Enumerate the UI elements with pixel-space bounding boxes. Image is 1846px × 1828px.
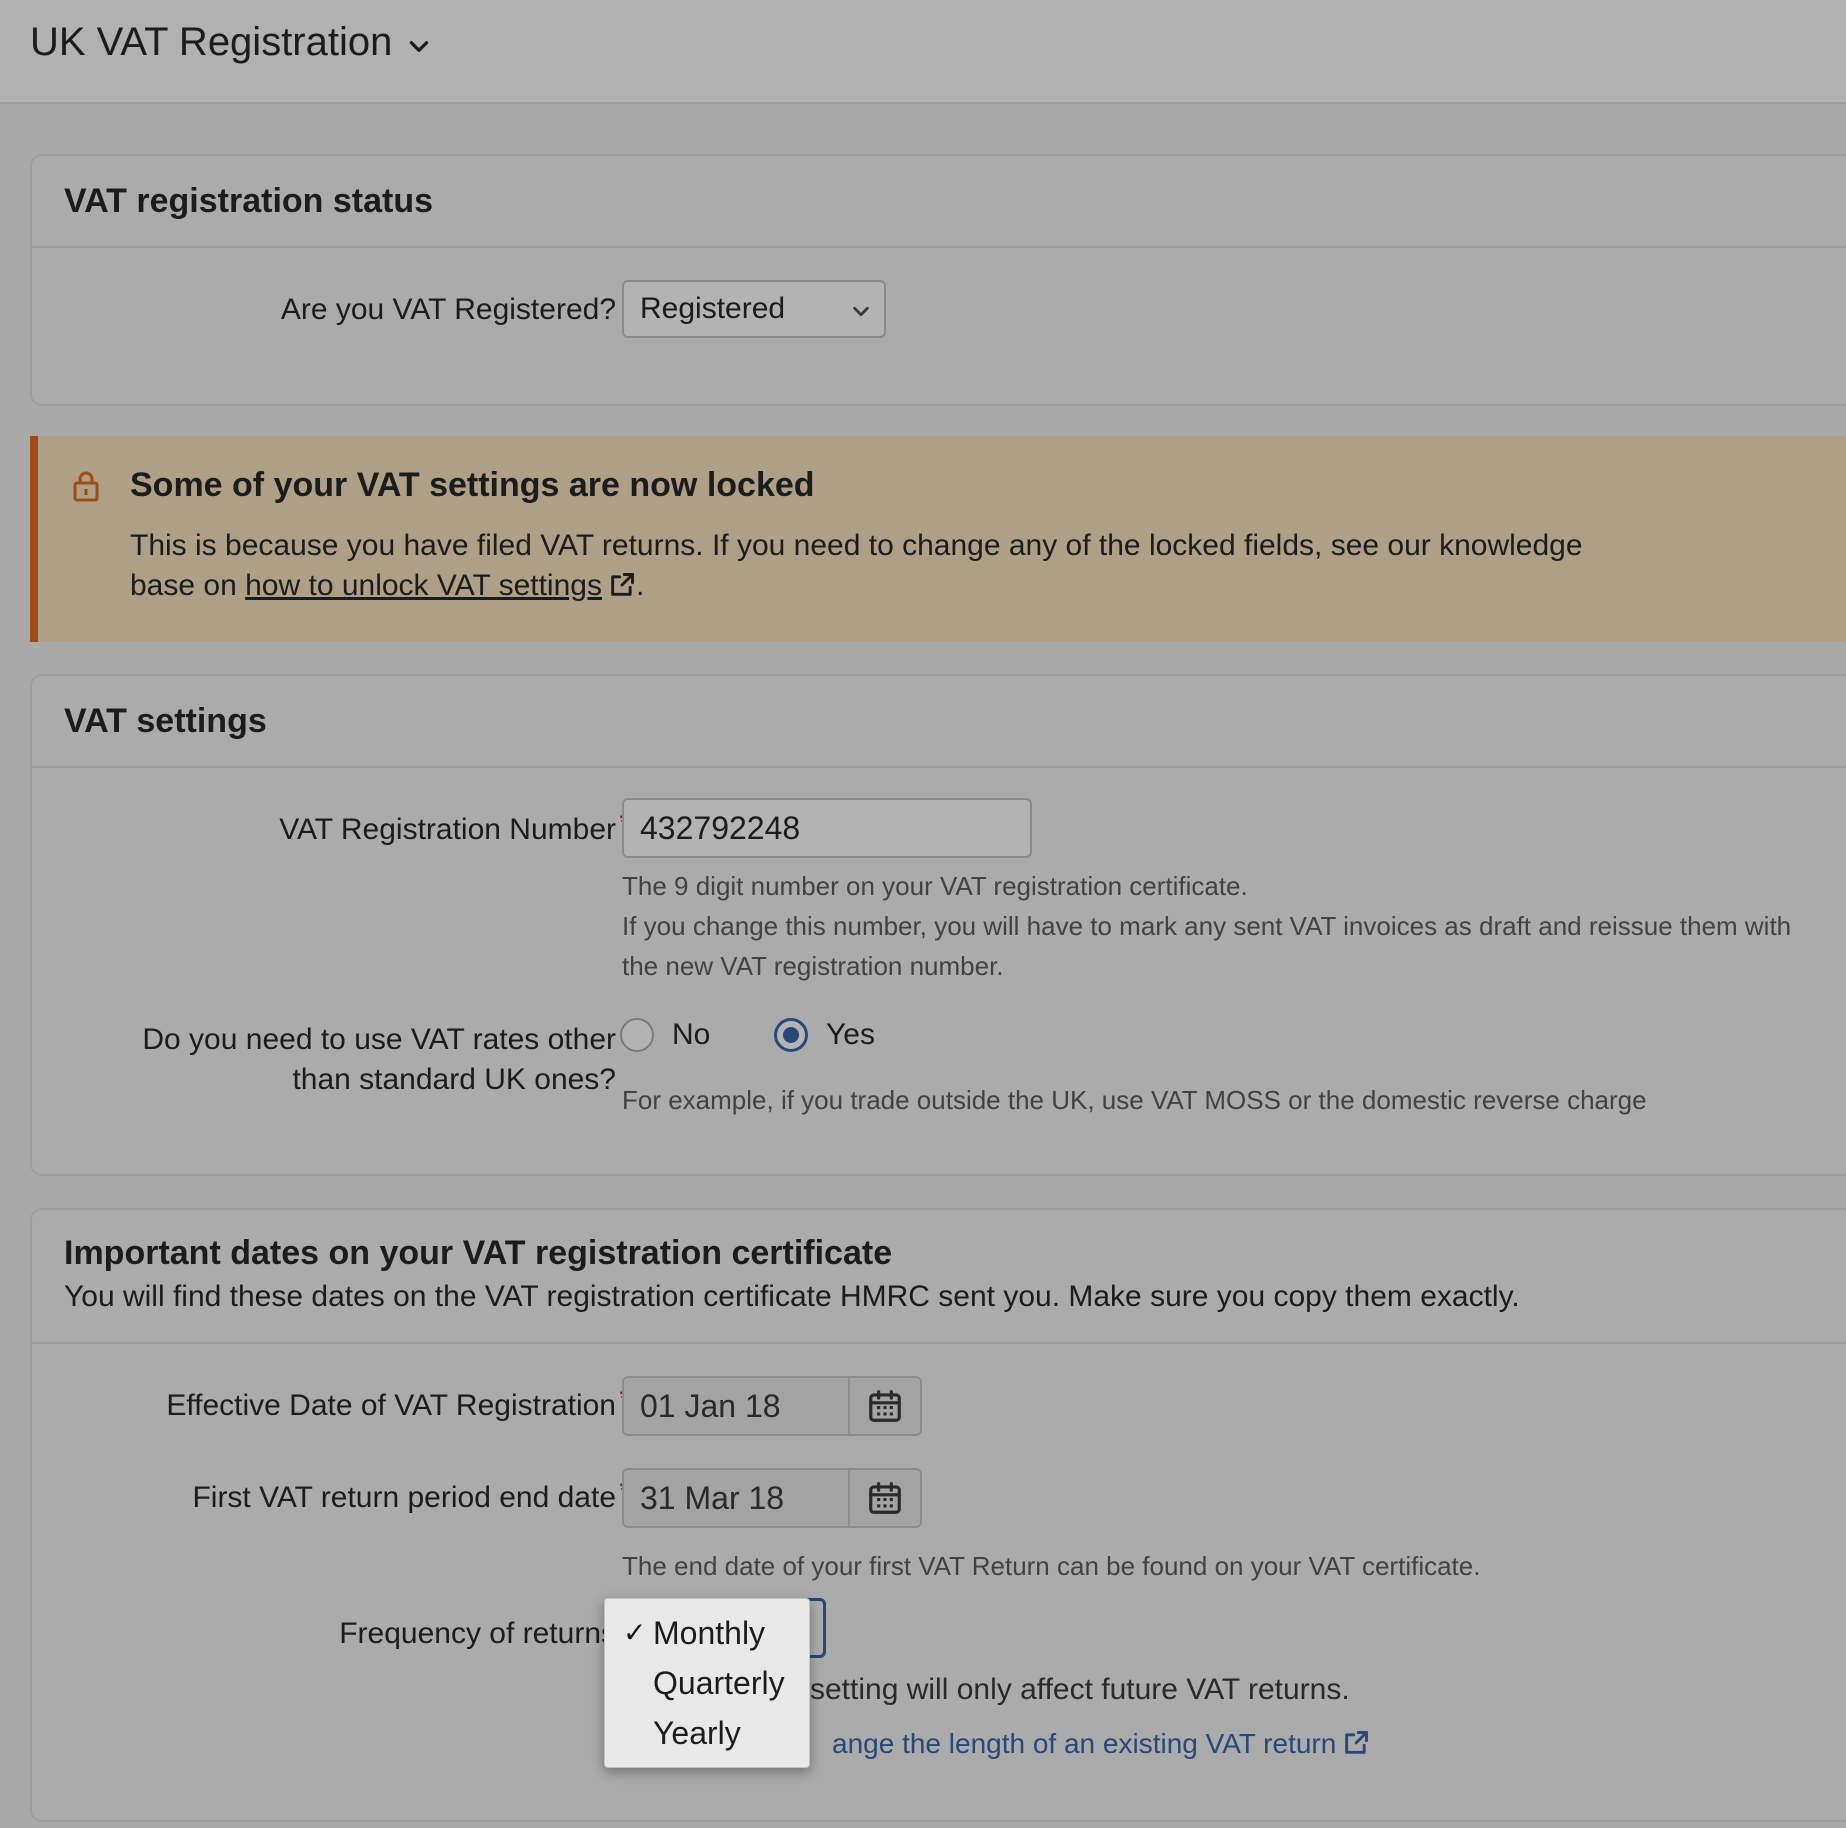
lock-icon [73, 471, 99, 502]
card-header: VAT settings [32, 676, 1846, 768]
top-bar: UK VAT Registration [0, 0, 1846, 104]
vat-number-help-1: The 9 digit number on your VAT registrat… [622, 871, 1248, 901]
vat-registered-label: Are you VAT Registered? [280, 293, 616, 326]
calendar-icon [869, 1390, 901, 1422]
chevron-down-icon [410, 40, 429, 52]
frequency-label: Frequency of returns [339, 1617, 616, 1650]
card-subtitle: You will find these dates on the VAT reg… [64, 1280, 1520, 1313]
page-title-dropdown[interactable]: UK VAT Registration [30, 20, 432, 65]
unlock-link-text: how to unlock VAT settings [245, 569, 602, 602]
vat-number-help-3: the new VAT registration number. [622, 951, 1004, 981]
first-return-date-picker-button[interactable] [850, 1470, 920, 1526]
first-return-label-text: First VAT return period end date [192, 1481, 616, 1514]
external-link-icon [611, 573, 634, 596]
frequency-option-yearly[interactable]: Yearly [605, 1709, 811, 1757]
radio-yes-label: Yes [826, 1018, 875, 1051]
other-rates-label-line1: Do you need to use VAT rates other [142, 1023, 616, 1056]
alert-body: This is because you have filed VAT retur… [130, 526, 1630, 606]
change-length-link[interactable]: ange the length of an existing VAT retur… [832, 1724, 1370, 1764]
locked-settings-alert: Some of your VAT settings are now locked… [30, 436, 1846, 642]
alert-body-prefix: base on [130, 569, 237, 602]
radio-yes-circle[interactable] [774, 1018, 808, 1052]
frequency-help-partial: setting will only affect future VAT retu… [810, 1673, 1350, 1706]
card-title: Important dates on your VAT registration… [64, 1234, 893, 1272]
vat-number-label-text: VAT Registration Number [279, 813, 616, 846]
vat-registered-value: Registered [640, 292, 786, 325]
frequency-option-monthly[interactable]: ✓ Monthly [605, 1609, 811, 1657]
effective-date-picker-button[interactable] [850, 1378, 920, 1434]
calendar-icon [869, 1482, 901, 1514]
radio-yes[interactable]: Yes [774, 1018, 875, 1052]
alert-title: Some of your VAT settings are now locked [130, 466, 815, 504]
first-return-date-field: 31 Mar 18 [622, 1468, 922, 1528]
effective-date-label-text: Effective Date of VAT Registration [166, 1389, 616, 1422]
first-return-label: First VAT return period end date * [192, 1475, 630, 1518]
important-dates-card: Important dates on your VAT registration… [30, 1208, 1846, 1822]
first-return-date-input[interactable]: 31 Mar 18 [624, 1470, 850, 1526]
card-header: Important dates on your VAT registration… [32, 1210, 1846, 1344]
check-icon: ✓ [623, 1617, 647, 1648]
registration-status-card: VAT registration status Are you VAT Regi… [30, 154, 1846, 406]
vat-number-help-2: If you change this number, you will have… [622, 911, 1792, 941]
card-header: VAT registration status [32, 156, 1846, 248]
chevron-down-icon [853, 306, 869, 317]
effective-date-input[interactable]: 01 Jan 18 [624, 1378, 850, 1434]
other-rates-label-line2: than standard UK ones? [292, 1063, 616, 1096]
vat-number-input[interactable]: 432792248 [622, 798, 1032, 858]
alert-body-suffix: . [635, 569, 645, 602]
vat-settings-card: VAT settings VAT Registration Number * 4… [30, 674, 1846, 1176]
vat-registered-select[interactable]: Registered [622, 280, 886, 338]
card-title: VAT registration status [64, 182, 434, 220]
unlock-vat-settings-link[interactable]: how to unlock VAT settings [245, 569, 636, 602]
option-label: Monthly [653, 1615, 766, 1651]
radio-no[interactable]: No [620, 1018, 710, 1052]
frequency-dropdown-menu: ✓ Monthly Quarterly Yearly [604, 1598, 810, 1768]
option-label: Quarterly [653, 1665, 785, 1701]
other-rates-help: For example, if you trade outside the UK… [622, 1085, 1647, 1115]
radio-no-label: No [672, 1018, 711, 1051]
radio-no-circle[interactable] [620, 1018, 654, 1052]
effective-date-label: Effective Date of VAT Registration * [166, 1383, 630, 1426]
page-title: UK VAT Registration [30, 20, 393, 64]
vat-number-label: VAT Registration Number * [279, 807, 630, 850]
change-length-link-text: ange the length of an existing VAT retur… [832, 1728, 1337, 1759]
frequency-option-quarterly[interactable]: Quarterly [605, 1659, 811, 1707]
alert-body-line1: This is because you have filed VAT retur… [130, 529, 1583, 562]
effective-date-field: 01 Jan 18 [622, 1376, 922, 1436]
external-link-icon [1345, 1731, 1369, 1754]
option-label: Yearly [653, 1715, 741, 1751]
first-return-help: The end date of your first VAT Return ca… [622, 1551, 1481, 1581]
card-title: VAT settings [64, 702, 267, 740]
other-rates-label: Do you need to use VAT rates other than … [142, 1020, 616, 1100]
